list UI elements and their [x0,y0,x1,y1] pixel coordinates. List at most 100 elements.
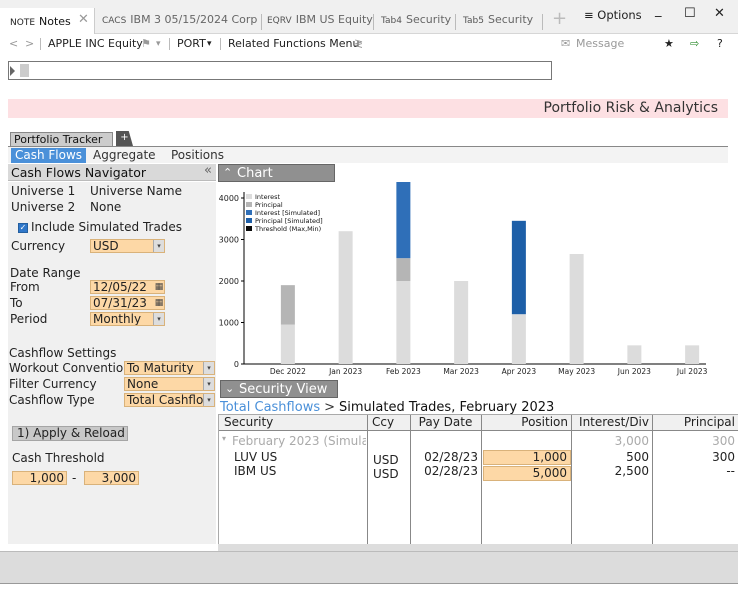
currency-select[interactable]: USD ▾ [90,239,165,253]
column-header-pay-date[interactable]: Pay Date [410,415,481,431]
flag-icon[interactable]: ⚑ [141,37,151,50]
breadcrumb-total-cashflows[interactable]: Total Cashflows [220,400,320,415]
cash-flows-navigator: Universe 1 Universe Name Universe 2 None… [8,182,216,544]
x-tick-label: Dec 2022 [270,367,306,376]
from-label: From [10,280,40,294]
bar-interest-simulated [396,175,411,259]
bar-principal [280,285,295,325]
chevron-down-icon: ▾ [153,313,164,325]
currency-value: USD [93,239,119,253]
bar-interest [454,281,469,364]
cell-pay-date: 02/28/23 [424,464,478,478]
star-icon[interactable]: ★ [664,37,674,50]
x-tick-label: May 2023 [558,367,595,376]
tab-positions[interactable]: Positions [167,148,228,163]
chevron-down-icon: ▾ [203,362,214,374]
tab-cash-flows[interactable]: Cash Flows [11,148,87,163]
add-tab-icon[interactable]: + [116,131,133,146]
breadcrumb: Total Cashflows > Simulated Trades, Februa… [220,400,554,415]
function-title-bar: Portfolio Risk & Analytics [8,99,728,118]
column-header-interest[interactable]: Interest/Div [571,415,652,431]
options-button[interactable]: ≡ Options [584,8,642,22]
related-functions-menu[interactable]: Related Functions Menu [228,37,360,50]
universe2-value[interactable]: None [90,200,121,214]
status-bar [0,551,738,584]
tab-prefix: EQRV [267,16,292,26]
export-icon[interactable]: ⇨ [690,37,699,50]
tab-eqrv[interactable]: EQRV IBM US Equity [267,10,373,30]
tab-5[interactable]: Tab5 Security [463,10,533,30]
tab-divider [373,14,374,30]
minimize-icon[interactable]: _ [655,3,662,18]
chevron-down-icon[interactable]: ▾ [156,39,161,49]
collapse-icon[interactable]: « [204,163,212,178]
security-grid: Security Ccy Pay Date Position Interest/… [218,414,738,551]
command-line-input[interactable] [8,61,552,80]
command-cursor [20,64,29,77]
threshold-max-input[interactable]: 3,000 [84,471,139,485]
tab-4[interactable]: Tab4 Security [381,10,451,30]
calendar-icon[interactable]: ▦ [154,281,164,293]
breadcrumb-current: Simulated Trades, February 2023 [339,400,555,415]
apply-reload-button[interactable]: 1) Apply & Reload [12,426,128,441]
maximize-icon[interactable]: ☐ [684,6,696,21]
help-icon[interactable]: ? [717,37,723,50]
new-tab-icon[interactable]: + [552,8,567,29]
tab-divider [261,14,262,30]
tab-bar: NOTE Notes ✕ CACS IBM 3 05/15/2024 Corp EQ… [0,0,738,34]
page-title: Portfolio Risk & Analytics [543,100,718,116]
column-header-ccy[interactable]: Ccy [367,415,410,431]
bar-interest [685,345,700,364]
close-tab-icon[interactable]: ✕ [78,12,89,27]
grid-scrollbar[interactable] [218,544,738,551]
filter-currency-label: Filter Currency [9,377,97,391]
collapse-chevron-icon: ⌄ [225,382,235,395]
close-window-icon[interactable]: ✕ [714,6,725,21]
y-tick-label: 1000 [219,319,239,328]
back-icon[interactable]: < [9,37,18,50]
column-header-security[interactable]: Security [219,415,367,431]
legend-label: Threshold (Max,Min) [254,225,321,233]
port-menu[interactable]: PORT [177,37,206,50]
message-icon[interactable]: ✉ [561,37,570,50]
cell-security: LUV US [234,450,278,464]
threshold-min-input[interactable]: 1,000 [12,471,67,485]
tab-aggregate[interactable]: Aggregate [89,148,160,163]
chevron-down-icon[interactable]: ▾ [207,39,212,49]
bar-interest [280,324,295,364]
x-tick-label: Feb 2023 [386,367,421,376]
workout-select[interactable]: To Maturity ▾ [124,361,215,375]
tab-portfolio-tracker[interactable]: Portfolio Tracker 1 [10,132,113,159]
cashflow-type-select[interactable]: Total Cashflow ▾ [124,393,215,407]
security-label[interactable]: APPLE INC Equity [48,37,143,50]
cashflow-chart: 0 1000 2000 3000 4000 Dec 2022 Jan 2023 Feb 202… [218,123,738,380]
filter-currency-select[interactable]: None ▾ [124,377,215,391]
to-date-field[interactable]: 07/31/23 ▦ [90,296,165,310]
related-menu-icon: ≷ [354,37,364,50]
cell-ccy: USD [373,453,399,467]
period-select[interactable]: Monthly ▾ [90,312,165,326]
position-input[interactable]: 1,000 [483,450,571,465]
column-header-position[interactable]: Position [481,415,571,431]
forward-icon[interactable]: > [25,37,34,50]
include-simulated-checkbox[interactable]: ✓ [18,223,28,233]
bar-interest [627,345,642,364]
from-date-field[interactable]: 12/05/22 ▦ [90,280,165,294]
chart-panel-header[interactable]: ⌃ Chart [218,164,335,182]
expand-toggle-icon[interactable]: ▾ [222,434,226,443]
universe1-label: Universe 1 [11,184,76,198]
cell-principal: -- [726,464,735,478]
message-button[interactable]: Message [576,37,624,50]
bar-interest [396,281,411,364]
column-header-principal[interactable]: Principal [652,415,738,431]
position-input[interactable]: 5,000 [483,466,571,481]
security-view-header[interactable]: ⌄ Security View [220,380,338,398]
tab-cacs[interactable]: CACS IBM 3 05/15/2024 Corp [102,10,257,30]
toolbar: < > APPLE INC Equity ⚑ ▾ PORT ▾ Related … [0,34,738,54]
column-divider [481,415,482,551]
calendar-icon[interactable]: ▦ [154,297,164,309]
legend-label: Principal [255,201,283,209]
from-date-value: 12/05/22 [93,280,147,294]
tab-divider [455,14,456,30]
universe1-value[interactable]: Universe Name [90,184,182,198]
